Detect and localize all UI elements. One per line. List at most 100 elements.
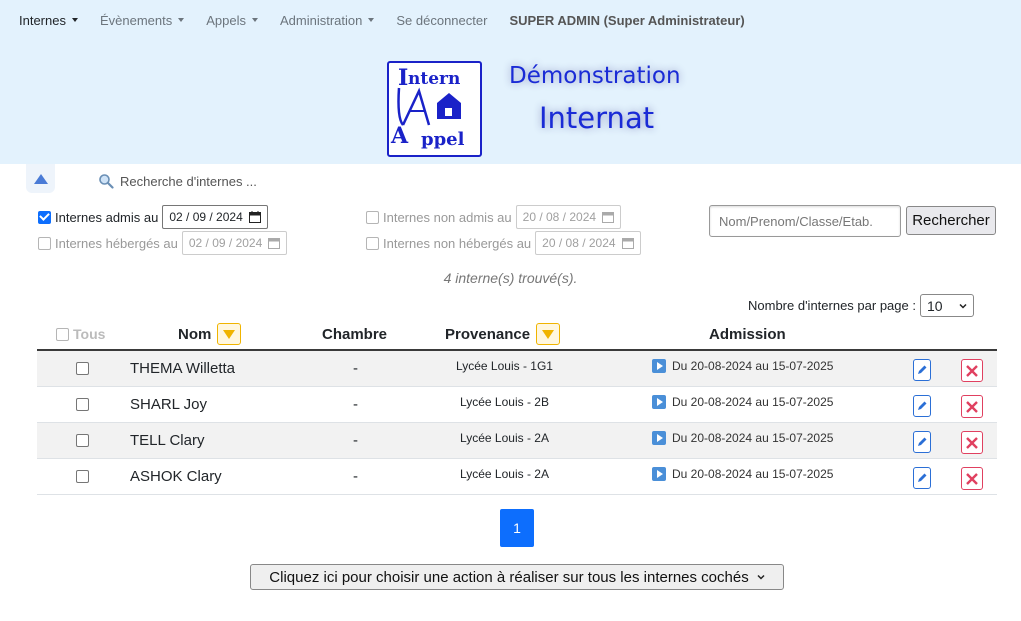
nav-internes[interactable]: Internes — [19, 13, 78, 28]
search-panel-title[interactable]: Recherche d'internes ... — [98, 173, 257, 189]
row-checkbox[interactable] — [76, 470, 89, 483]
filter-admis-date[interactable]: 02 / 09 / 2024 — [162, 205, 268, 229]
close-icon — [966, 400, 978, 413]
interns-table: THEMA Willetta - Lycée Louis - 1G1 Du 20… — [37, 349, 997, 495]
filter-admis-label: Internes admis au — [55, 209, 159, 225]
nav-logout[interactable]: Se déconnecter — [396, 13, 487, 28]
header-nom: Nom — [178, 323, 242, 345]
delete-button[interactable] — [961, 395, 983, 418]
calendar-icon — [248, 211, 261, 223]
filter-non-heberges: Internes non hébergés au 20 / 08 / 2024 — [366, 231, 641, 255]
header-admission: Admission — [709, 326, 786, 343]
row-admission-text: Du 20-08-2024 au 15-07-2025 — [672, 467, 834, 481]
row-admission-text: Du 20-08-2024 au 15-07-2025 — [672, 431, 834, 445]
per-page-select[interactable]: 10 — [919, 294, 974, 317]
row-provenance: Lycée Louis - 2A — [460, 467, 549, 481]
table-row: SHARL Joy - Lycée Louis - 2B Du 20-08-20… — [37, 387, 997, 423]
edit-button[interactable] — [913, 431, 931, 453]
nav-evenements[interactable]: Évènements — [100, 13, 185, 28]
filter-non-heberges-checkbox[interactable] — [366, 236, 379, 250]
row-checkbox[interactable] — [76, 434, 89, 447]
header-provenance: Provenance — [445, 323, 561, 345]
row-admission: Du 20-08-2024 au 15-07-2025 — [652, 467, 833, 481]
logo-letter-a: A — [390, 123, 409, 149]
header-chambre: Chambre — [322, 326, 388, 343]
play-icon[interactable] — [652, 359, 666, 373]
site-title-line2: Internat — [539, 101, 655, 135]
caret-down-icon — [71, 18, 78, 22]
filter-admis: Internes admis au 02 / 09 / 2024 — [38, 205, 268, 229]
sort-nom-button[interactable] — [217, 323, 242, 345]
pencil-icon — [918, 365, 927, 374]
site-header: Internes Évènements Appels Administratio… — [0, 0, 1021, 164]
search-input[interactable]: Nom/Prenom/Classe/Etab. — [709, 205, 901, 237]
triangle-down-icon — [542, 329, 555, 339]
top-navbar: Internes Évènements Appels Administratio… — [0, 0, 767, 40]
pencil-icon — [918, 473, 927, 482]
row-nom[interactable]: ASHOK Clary — [130, 468, 222, 485]
select-all[interactable]: Tous — [56, 326, 105, 342]
nav-user-label: SUPER ADMIN (Super Administrateur) — [509, 12, 745, 28]
site-title-line1: Démonstration — [509, 63, 681, 89]
row-nom[interactable]: SHARL Joy — [130, 396, 207, 413]
pencil-icon — [918, 437, 927, 446]
row-nom[interactable]: TELL Clary — [130, 432, 204, 449]
collapse-search-button[interactable] — [26, 164, 55, 193]
row-admission: Du 20-08-2024 au 15-07-2025 — [652, 431, 833, 445]
calendar-icon — [268, 238, 281, 249]
logo-text-ppel: ppel — [421, 129, 465, 150]
edit-button[interactable] — [913, 359, 931, 381]
row-provenance: Lycée Louis - 2A — [460, 431, 549, 445]
filter-non-admis-date-value: 20 / 08 / 2024 — [522, 210, 597, 224]
nav-appels[interactable]: Appels — [206, 13, 258, 28]
table-row: THEMA Willetta - Lycée Louis - 1G1 Du 20… — [37, 351, 997, 387]
internappel-logo[interactable]: I ntern A ppel — [387, 61, 482, 157]
nav-appels-label: Appels — [206, 12, 246, 28]
bulk-action-select[interactable]: Cliquez ici pour choisir une action à ré… — [250, 564, 784, 590]
filter-non-admis-label: Internes non admis au — [383, 209, 512, 225]
calendar-icon — [602, 212, 615, 223]
nav-administration[interactable]: Administration — [280, 13, 375, 28]
row-checkbox[interactable] — [76, 362, 89, 375]
row-admission: Du 20-08-2024 au 15-07-2025 — [652, 395, 833, 409]
pagination-page-1[interactable]: 1 — [500, 509, 534, 547]
row-chambre: - — [353, 468, 358, 485]
sort-provenance-button[interactable] — [536, 323, 561, 345]
play-icon[interactable] — [652, 395, 666, 409]
magnifier-icon — [99, 174, 114, 189]
table-row: ASHOK Clary - Lycée Louis - 2A Du 20-08-… — [37, 459, 997, 495]
filter-heberges-date-value: 02 / 09 / 2024 — [188, 236, 263, 250]
row-checkbox[interactable] — [76, 398, 89, 411]
filter-non-heberges-label: Internes non hébergés au — [383, 235, 532, 251]
filter-heberges-checkbox[interactable] — [38, 236, 51, 250]
filter-non-heberges-date[interactable]: 20 / 08 / 2024 — [535, 231, 641, 255]
nav-user[interactable]: SUPER ADMIN (Super Administrateur) — [509, 13, 744, 28]
header-provenance-label: Provenance — [445, 325, 531, 343]
pencil-icon — [918, 401, 927, 410]
row-nom[interactable]: THEMA Willetta — [130, 360, 235, 377]
select-all-label: Tous — [73, 326, 106, 342]
filter-non-admis-checkbox[interactable] — [366, 210, 379, 224]
filter-non-admis-date[interactable]: 20 / 08 / 2024 — [515, 205, 622, 229]
per-page-control: Nombre d'internes par page : 10 — [748, 294, 974, 317]
caret-down-icon — [368, 18, 375, 22]
filter-heberges-date[interactable]: 02 / 09 / 2024 — [181, 231, 288, 255]
edit-button[interactable] — [913, 395, 931, 417]
close-icon — [966, 364, 978, 377]
select-all-checkbox[interactable] — [56, 327, 69, 341]
edit-button[interactable] — [913, 467, 931, 489]
filter-admis-checkbox[interactable] — [38, 210, 51, 224]
play-icon[interactable] — [652, 431, 666, 445]
search-button[interactable]: Rechercher — [906, 206, 996, 235]
logo-letter-i: I — [398, 65, 408, 91]
delete-button[interactable] — [961, 359, 983, 382]
play-icon[interactable] — [652, 467, 666, 481]
delete-button[interactable] — [961, 431, 983, 454]
delete-button[interactable] — [961, 467, 983, 490]
filter-heberges: Internes hébergés au 02 / 09 / 2024 — [38, 231, 288, 255]
header-nom-label: Nom — [178, 325, 212, 343]
per-page-label: Nombre d'internes par page : — [748, 298, 916, 313]
caret-down-icon — [252, 18, 258, 22]
row-chambre: - — [353, 360, 358, 377]
logo-graphic: I ntern A ppel — [390, 65, 465, 150]
